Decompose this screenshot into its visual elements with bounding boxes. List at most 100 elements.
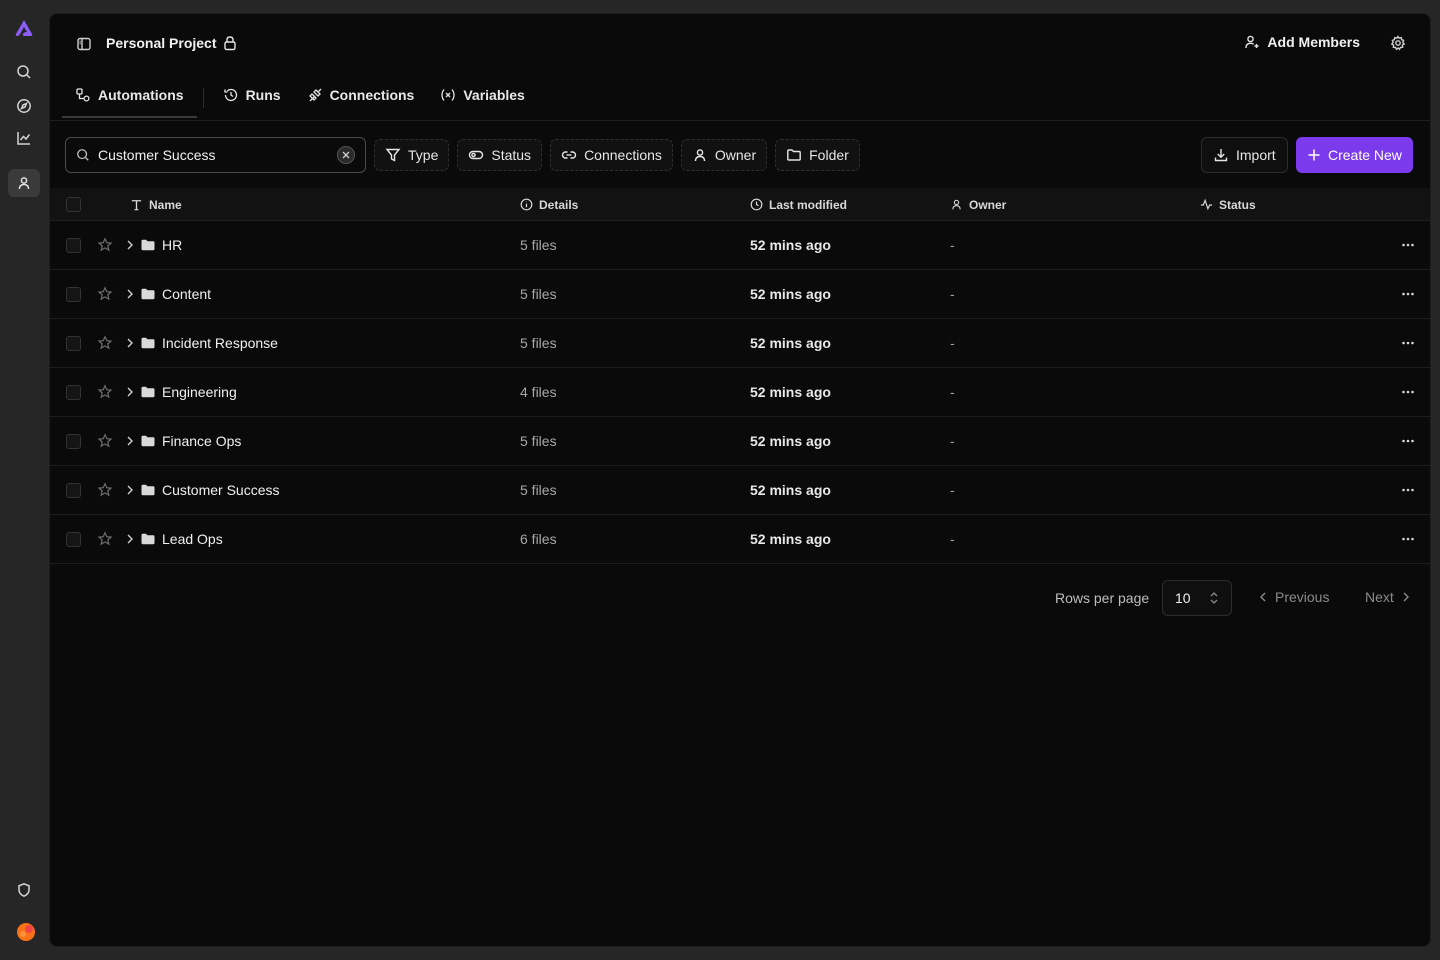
clear-search-button[interactable]: [337, 146, 355, 164]
name-cell[interactable]: HR: [126, 221, 182, 269]
security-nav-button[interactable]: [8, 876, 40, 904]
details-cell: 4 files: [520, 384, 557, 400]
row-actions-button[interactable]: [1400, 368, 1416, 416]
search-field[interactable]: [65, 137, 366, 173]
name-cell[interactable]: Engineering: [126, 368, 237, 416]
star-icon: [97, 335, 113, 350]
expand-button[interactable]: [126, 386, 134, 398]
avatar[interactable]: [16, 922, 36, 942]
settings-button[interactable]: [1390, 35, 1406, 51]
row-select-cell: [66, 368, 81, 416]
filter-label: Type: [408, 147, 439, 163]
select-all-checkbox[interactable]: [66, 197, 81, 212]
automations-table: Name Details Last modified Owner Status: [50, 188, 1430, 564]
owner-cell: -: [950, 384, 955, 400]
add-members-button[interactable]: Add Members: [1244, 34, 1360, 50]
folder-icon: [787, 149, 802, 161]
row-checkbox[interactable]: [66, 482, 81, 498]
users-nav-button[interactable]: [8, 169, 40, 197]
tab-label: Connections: [329, 87, 415, 103]
filter-owner-button[interactable]: Owner: [680, 139, 768, 171]
row-select-cell: [66, 221, 81, 269]
favorite-button[interactable]: [97, 417, 113, 465]
row-checkbox[interactable]: [66, 531, 81, 547]
filter-connections-button[interactable]: Connections: [550, 139, 673, 171]
table-row[interactable]: Finance Ops 5 files 52 mins ago -: [50, 417, 1430, 466]
column-label: Owner: [969, 197, 1007, 212]
row-actions-button[interactable]: [1400, 319, 1416, 367]
favorite-button[interactable]: [97, 270, 113, 318]
row-actions-button[interactable]: [1400, 270, 1416, 318]
search-input[interactable]: [98, 147, 337, 163]
row-actions-button[interactable]: [1400, 515, 1416, 563]
filter-label: Folder: [809, 147, 849, 163]
search-nav-button[interactable]: [8, 58, 40, 86]
expand-button[interactable]: [126, 288, 134, 300]
sidebar-toggle-button[interactable]: [76, 36, 92, 52]
create-new-button[interactable]: Create New: [1296, 137, 1413, 173]
expand-button[interactable]: [126, 435, 134, 447]
row-select-cell: [66, 515, 81, 563]
table-row[interactable]: Engineering 4 files 52 mins ago -: [50, 368, 1430, 417]
expand-button[interactable]: [126, 239, 134, 251]
table-row[interactable]: Content 5 files 52 mins ago -: [50, 270, 1430, 319]
name-cell[interactable]: Content: [126, 270, 211, 318]
favorite-button[interactable]: [97, 221, 113, 269]
column-header-status[interactable]: Status: [1200, 188, 1256, 221]
row-actions-button[interactable]: [1400, 221, 1416, 269]
explore-nav-button[interactable]: [8, 92, 40, 120]
table-row[interactable]: Customer Success 5 files 52 mins ago -: [50, 466, 1430, 515]
import-button[interactable]: Import: [1201, 137, 1288, 173]
column-header-owner[interactable]: Owner: [950, 188, 1006, 221]
next-page-button[interactable]: Next: [1365, 589, 1410, 605]
rows-per-page-select[interactable]: 10: [1162, 580, 1232, 616]
name-cell[interactable]: Incident Response: [126, 319, 278, 367]
row-checkbox[interactable]: [66, 237, 81, 253]
column-header-details[interactable]: Details: [520, 188, 578, 221]
details-cell: 5 files: [520, 433, 557, 449]
favorite-button[interactable]: [97, 319, 113, 367]
name-cell[interactable]: Customer Success: [126, 466, 279, 514]
expand-button[interactable]: [126, 484, 134, 496]
expand-button[interactable]: [126, 337, 134, 349]
folder-icon: [141, 533, 155, 545]
table-row[interactable]: Incident Response 5 files 52 mins ago -: [50, 319, 1430, 368]
filter-type-button[interactable]: Type: [374, 139, 450, 171]
column-header-last-modified[interactable]: Last modified: [750, 188, 847, 221]
filter-folder-button[interactable]: Folder: [775, 139, 860, 171]
column-header-name[interactable]: Name: [130, 188, 182, 221]
row-checkbox[interactable]: [66, 433, 81, 449]
name-cell[interactable]: Finance Ops: [126, 417, 241, 465]
favorite-button[interactable]: [97, 466, 113, 514]
filter-status-button[interactable]: Status: [457, 139, 543, 171]
expand-button[interactable]: [126, 533, 134, 545]
tab-label: Automations: [98, 87, 184, 103]
row-checkbox[interactable]: [66, 286, 81, 302]
row-actions-button[interactable]: [1400, 466, 1416, 514]
variable-icon: [441, 89, 455, 101]
owner-cell: -: [950, 335, 955, 351]
chevron-left-icon: [1260, 592, 1266, 602]
name-cell[interactable]: Lead Ops: [126, 515, 223, 563]
row-checkbox[interactable]: [66, 384, 81, 400]
previous-page-button[interactable]: Previous: [1259, 589, 1329, 605]
tab-automations[interactable]: Automations: [62, 80, 197, 118]
row-actions-button[interactable]: [1400, 417, 1416, 465]
tab-runs[interactable]: Runs: [210, 80, 294, 117]
table-row[interactable]: HR 5 files 52 mins ago -: [50, 221, 1430, 270]
gear-icon: [1390, 35, 1406, 51]
project-title[interactable]: Personal Project: [106, 35, 238, 51]
last-modified-cell: 52 mins ago: [750, 433, 831, 449]
tab-connections[interactable]: Connections: [294, 80, 428, 117]
folder-icon: [141, 386, 155, 398]
analytics-nav-button[interactable]: [8, 124, 40, 152]
tab-variables[interactable]: Variables: [427, 80, 538, 117]
folder-icon: [141, 288, 155, 300]
app-logo-icon[interactable]: [13, 18, 35, 38]
table-row[interactable]: Lead Ops 6 files 52 mins ago -: [50, 515, 1430, 564]
favorite-button[interactable]: [97, 368, 113, 416]
row-checkbox[interactable]: [66, 335, 81, 351]
more-horizontal-icon: [1402, 292, 1414, 296]
top-bar: Personal Project Add Members: [50, 14, 1430, 74]
favorite-button[interactable]: [97, 515, 113, 563]
